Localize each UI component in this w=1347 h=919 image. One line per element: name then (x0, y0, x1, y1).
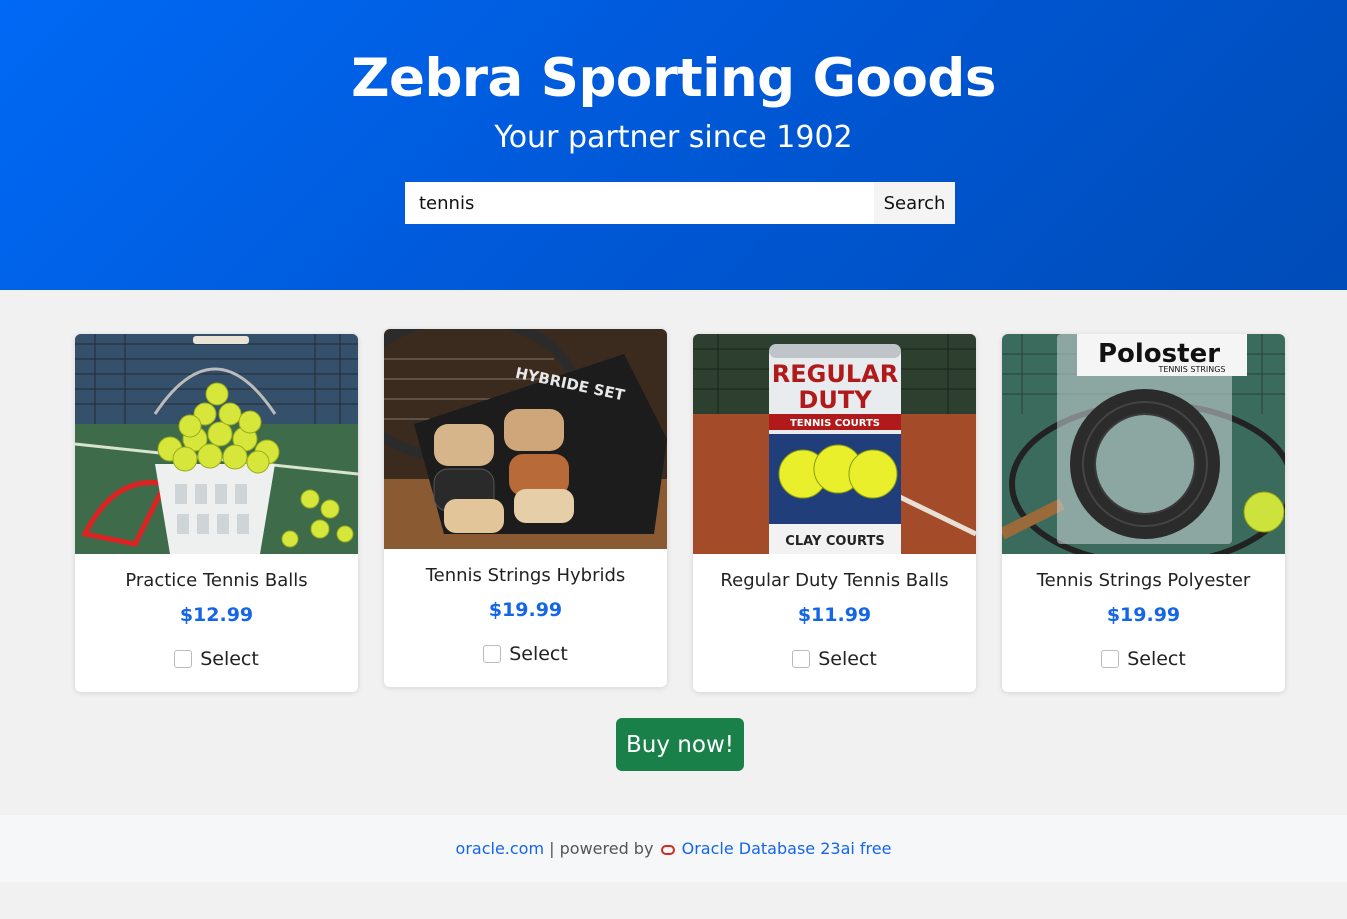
product-price: $12.99 (179, 604, 254, 626)
select-label: Select (818, 648, 877, 670)
site-title: Zebra Sporting Goods (351, 48, 996, 109)
hero-header: Zebra Sporting Goods Your partner since … (0, 0, 1347, 290)
select-checkbox[interactable] (1101, 650, 1120, 668)
search-form: Search (405, 182, 955, 224)
select-checkbox[interactable] (792, 650, 811, 668)
buy-now-button[interactable]: Buy now! (616, 718, 744, 771)
product-card: REGULAR DUTY TENNIS COURTS CLAY COURTS R… (693, 334, 976, 692)
product-name: Tennis Strings Polyester (1036, 570, 1251, 591)
oracle-logo-icon (660, 845, 675, 855)
product-image-polyester: Poloster TENNIS STRINGS (1002, 334, 1285, 554)
product-card: HYBRIDE SET Tennis Strings Hybrids $19.9… (384, 329, 667, 687)
select-checkbox-label[interactable]: Select (693, 648, 976, 670)
search-button[interactable]: Search (874, 182, 955, 224)
product-price: $11.99 (797, 604, 872, 626)
select-checkbox[interactable] (174, 650, 193, 668)
oracle-link[interactable]: oracle.com (456, 839, 545, 858)
product-image-regular-duty: REGULAR DUTY TENNIS COURTS CLAY COURTS (693, 334, 976, 554)
select-label: Select (1127, 648, 1186, 670)
svg-text:TENNIS STRINGS: TENNIS STRINGS (1157, 365, 1225, 374)
product-card: Poloster TENNIS STRINGS Tennis Strings P… (1002, 334, 1285, 692)
product-name: Practice Tennis Balls (125, 570, 308, 591)
product-card: Practice Tennis Balls $12.99 Select (75, 334, 358, 692)
select-checkbox[interactable] (483, 645, 502, 663)
product-image-tennis-balls (75, 334, 358, 554)
search-input[interactable] (405, 182, 874, 224)
svg-text:REGULAR: REGULAR (772, 360, 898, 388)
footer-separator: | powered by (549, 839, 654, 858)
svg-text:CLAY COURTS: CLAY COURTS (785, 534, 884, 549)
product-image-string-hybrids: HYBRIDE SET (384, 329, 667, 549)
svg-text:DUTY: DUTY (798, 386, 872, 414)
select-checkbox-label[interactable]: Select (1002, 648, 1285, 670)
product-price: $19.99 (488, 599, 563, 621)
svg-text:TENNIS COURTS: TENNIS COURTS (790, 418, 880, 429)
select-checkbox-label[interactable]: Select (384, 643, 667, 665)
tagline: Your partner since 1902 (494, 120, 853, 155)
product-name: Tennis Strings Hybrids (425, 565, 626, 586)
product-price: $19.99 (1106, 604, 1181, 626)
oracle-database-link[interactable]: Oracle Database 23ai free (682, 839, 892, 858)
select-checkbox-label[interactable]: Select (75, 648, 358, 670)
select-label: Select (200, 648, 259, 670)
select-label: Select (509, 643, 568, 665)
product-name: Regular Duty Tennis Balls (720, 570, 949, 591)
footer: oracle.com | powered by Oracle Database … (0, 815, 1347, 882)
